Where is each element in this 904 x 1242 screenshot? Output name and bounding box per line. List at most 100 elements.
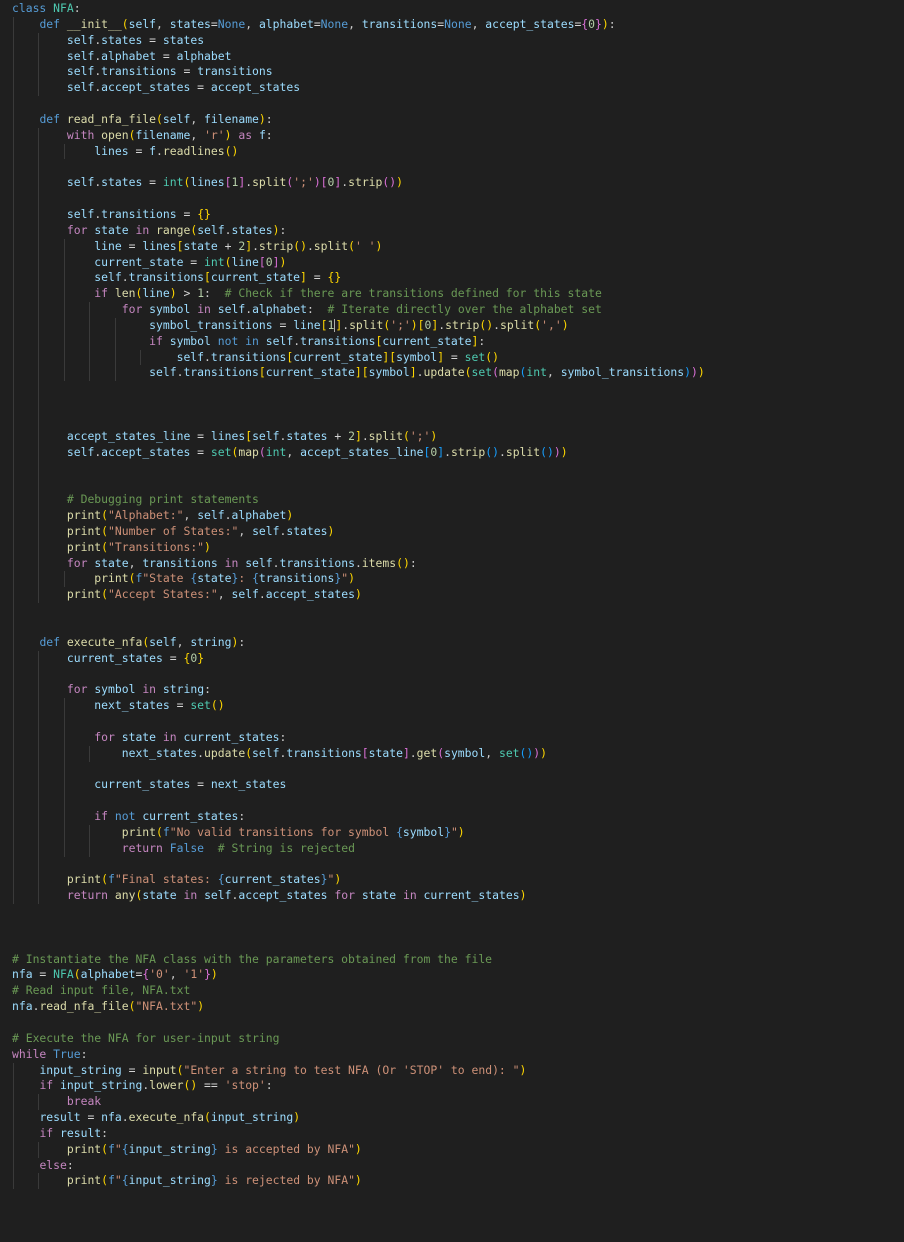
code-token: # Debugging print statements [66, 492, 259, 507]
code-line[interactable] [12, 1015, 904, 1031]
code-line[interactable] [12, 713, 904, 730]
code-line[interactable] [12, 397, 904, 413]
code-token: = [176, 64, 198, 79]
code-token: : [238, 571, 253, 586]
code-token: () [519, 745, 534, 760]
code-token: self [176, 349, 205, 364]
code-line[interactable]: print(f"Final states: {current_states}") [12, 872, 904, 889]
code-line[interactable]: current_states = {0} [12, 650, 904, 667]
code-line[interactable] [12, 412, 904, 429]
code-line[interactable]: return False # String is rejected [12, 840, 904, 857]
code-line[interactable] [12, 936, 904, 952]
code-token: = [306, 270, 328, 285]
code-line[interactable]: current_states = next_states [12, 777, 904, 794]
code-line[interactable]: symbol_transitions = line[1].split(';')[… [12, 317, 904, 334]
code-token: split [368, 428, 403, 443]
code-line[interactable] [12, 476, 904, 493]
code-line[interactable] [12, 666, 904, 683]
code-token: : [478, 333, 486, 348]
code-line[interactable]: current_state = int(line[0]) [12, 254, 904, 271]
code-token: ( [348, 238, 355, 253]
code-line[interactable] [12, 159, 904, 176]
code-line[interactable]: return any(state in self.accept_states f… [12, 888, 904, 905]
code-line[interactable]: # Debugging print statements [12, 492, 904, 508]
code-token: accept_states [485, 16, 575, 31]
code-line[interactable] [12, 381, 904, 398]
code-line[interactable]: break [12, 1094, 904, 1111]
code-line[interactable]: def read_nfa_file(self, filename): [12, 111, 904, 128]
code-line[interactable]: input_string = input("Enter a string to … [12, 1062, 904, 1079]
code-token: for [66, 222, 88, 237]
code-line[interactable]: # Read input file, NFA.txt [12, 983, 904, 999]
code-line[interactable]: for symbol in self.alphabet: # Iterate d… [12, 302, 904, 318]
code-line[interactable]: with open(filename, 'r') as f: [12, 127, 904, 144]
code-line[interactable] [12, 618, 904, 635]
code-line[interactable]: result = nfa.execute_nfa(input_string) [12, 1110, 904, 1126]
code-line[interactable]: if input_string.lower() == 'stop': [12, 1078, 904, 1095]
code-line[interactable]: print("Transitions:") [12, 539, 904, 556]
code-line[interactable]: self.transitions = transitions [12, 64, 904, 81]
indent-guide [13, 761, 14, 778]
code-line[interactable]: class NFA: [12, 1, 904, 17]
code-line[interactable]: self.accept_states = set(map(int, accept… [12, 444, 904, 461]
code-token: self [217, 302, 246, 317]
code-line[interactable] [12, 96, 904, 112]
code-line[interactable]: else: [12, 1157, 904, 1174]
code-line[interactable]: self.states = states [12, 32, 904, 49]
code-area[interactable]: class NFA: def __init__(self, states=Non… [12, 1, 904, 1190]
code-line[interactable]: print("Number of States:", self.states) [12, 523, 904, 540]
code-token: as [238, 127, 253, 142]
code-line[interactable]: accept_states_line = lines[self.states +… [12, 428, 904, 445]
code-token: ( [101, 508, 109, 522]
code-line[interactable]: lines = f.readlines() [12, 143, 904, 160]
code-line[interactable]: for state in range(self.states): [12, 222, 904, 239]
code-line[interactable]: line = lines[state + 2].strip().split(' … [12, 238, 904, 255]
code-line[interactable]: # Instantiate the NFA class with the par… [12, 952, 904, 968]
code-line[interactable] [12, 856, 904, 873]
code-line[interactable]: if result: [12, 1125, 904, 1142]
code-line[interactable]: self.alphabet = alphabet [12, 48, 904, 65]
code-line[interactable] [12, 761, 904, 778]
code-token: () [293, 238, 307, 253]
code-token: ) [354, 1173, 362, 1188]
code-line[interactable]: for symbol in string: [12, 682, 904, 699]
code-line[interactable] [12, 920, 904, 936]
code-token: set [464, 349, 486, 364]
code-line[interactable]: self.accept_states = accept_states [12, 80, 904, 97]
code-line[interactable] [12, 460, 904, 477]
code-line[interactable] [12, 904, 904, 920]
code-line[interactable]: nfa.read_nfa_file("NFA.txt") [12, 999, 904, 1015]
code-line[interactable]: print("Accept States:", self.accept_stat… [12, 587, 904, 604]
code-line[interactable]: self.transitions = {} [12, 206, 904, 223]
code-line[interactable]: print("Alphabet:", self.alphabet) [12, 508, 904, 524]
code-line[interactable]: for state in current_states: [12, 729, 904, 746]
code-line[interactable]: self.transitions[current_state] = {} [12, 270, 904, 287]
code-token: ' ' [354, 238, 376, 253]
code-line[interactable] [12, 191, 904, 207]
code-line[interactable]: print(f"{input_string} is accepted by NF… [12, 1141, 904, 1158]
code-line[interactable]: def execute_nfa(self, string): [12, 634, 904, 651]
code-line[interactable]: if not current_states: [12, 809, 904, 825]
code-line[interactable] [12, 603, 904, 619]
code-line[interactable]: self.transitions[current_state][symbol].… [12, 365, 904, 382]
code-line[interactable]: self.transitions[current_state][symbol] … [12, 349, 904, 366]
code-line[interactable] [12, 793, 904, 810]
code-line[interactable]: print(f"{input_string} is rejected by NF… [12, 1173, 904, 1190]
code-line[interactable]: nfa = NFA(alphabet={'0', '1'}) [12, 967, 904, 983]
code-line[interactable]: if symbol not in self.transitions[curren… [12, 333, 904, 350]
code-line[interactable]: if len(line) > 1: # Check if there are t… [12, 286, 904, 303]
code-token: items [361, 555, 397, 570]
code-line[interactable]: print(f"No valid transitions for symbol … [12, 824, 904, 841]
code-line[interactable]: next_states.update(self.transitions[stat… [12, 745, 904, 762]
code-token: f [258, 127, 266, 142]
code-line[interactable]: def __init__(self, states=None, alphabet… [12, 16, 904, 33]
code-line[interactable]: next_states = set() [12, 698, 904, 714]
code-line[interactable]: # Execute the NFA for user-input string [12, 1031, 904, 1047]
code-line[interactable]: while True: [12, 1047, 904, 1063]
code-line[interactable]: self.states = int(lines[1].split(';')[0]… [12, 175, 904, 192]
code-editor[interactable]: class NFA: def __init__(self, states=Non… [0, 0, 904, 1242]
code-line[interactable]: print(f"State {state}: {transitions}") [12, 571, 904, 588]
code-line[interactable]: for state, transitions in self.transitio… [12, 555, 904, 572]
